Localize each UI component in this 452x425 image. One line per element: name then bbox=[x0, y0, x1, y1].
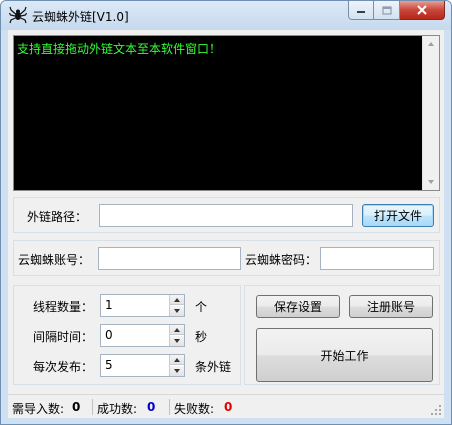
arrow-up-icon bbox=[174, 358, 180, 362]
interval-spin-buttons bbox=[169, 325, 184, 346]
threads-value: 1 bbox=[105, 298, 113, 312]
threads-down-button[interactable] bbox=[170, 306, 184, 316]
minimize-icon bbox=[357, 11, 365, 13]
register-account-button[interactable]: 注册账号 bbox=[349, 295, 433, 318]
interval-down-button[interactable] bbox=[170, 336, 184, 346]
arrow-up-icon bbox=[174, 298, 180, 302]
threads-unit: 个 bbox=[195, 300, 208, 314]
open-file-button[interactable]: 打开文件 bbox=[362, 204, 434, 227]
log-text: 支持直接拖动外链文本至本软件窗口！ bbox=[17, 42, 222, 56]
interval-stepper[interactable]: 0 bbox=[100, 324, 185, 347]
link-path-input[interactable] bbox=[99, 204, 353, 227]
minimize-button[interactable] bbox=[348, 1, 374, 20]
arrow-down-icon bbox=[174, 369, 180, 373]
window-title: 云蜘蛛外链[V1.0] bbox=[32, 10, 129, 24]
close-button[interactable] bbox=[400, 1, 445, 20]
settings-group: 线程数量： 1 个 间隔时间： 0 秒 每次发布： 5 条外链 bbox=[13, 285, 241, 385]
scroll-down-icon[interactable] bbox=[428, 180, 434, 184]
failed-label: 失败数: bbox=[174, 402, 215, 416]
status-bar: 需导入数: 0 成功数: 0 失败数: 0 bbox=[8, 394, 444, 418]
start-work-button[interactable]: 开始工作 bbox=[256, 328, 433, 382]
status-divider bbox=[169, 399, 170, 415]
spider-icon bbox=[9, 6, 27, 24]
threads-spin-buttons bbox=[169, 295, 184, 316]
to-import-count: 0 bbox=[72, 400, 81, 414]
account-user-input[interactable] bbox=[98, 247, 241, 270]
threads-up-button[interactable] bbox=[170, 295, 184, 305]
close-icon bbox=[417, 5, 427, 15]
title-bar[interactable]: 云蜘蛛外链[V1.0] bbox=[1, 1, 451, 30]
link-path-group: 外链路径： 打开文件 bbox=[13, 197, 440, 233]
arrow-down-icon bbox=[174, 339, 180, 343]
threads-stepper[interactable]: 1 bbox=[100, 294, 185, 317]
threads-label: 线程数量： bbox=[33, 300, 94, 314]
success-count: 0 bbox=[147, 400, 156, 414]
app-window: 云蜘蛛外链[V1.0] 支持直接拖动外链文本至本软件窗口！ 外链路径： 打开文件 bbox=[0, 0, 452, 425]
interval-label: 间隔时间： bbox=[33, 330, 94, 344]
to-import-label: 需导入数: bbox=[12, 402, 65, 416]
interval-up-button[interactable] bbox=[170, 325, 184, 335]
per-post-value: 5 bbox=[105, 358, 113, 372]
per-post-stepper[interactable]: 5 bbox=[100, 354, 185, 377]
account-password-input[interactable] bbox=[320, 247, 434, 270]
actions-group: 保存设置 注册账号 开始工作 bbox=[244, 285, 440, 385]
link-path-label: 外链路径： bbox=[27, 210, 88, 224]
per-post-down-button[interactable] bbox=[170, 366, 184, 376]
account-group: 云蜘蛛账号： 云蜘蛛密码： bbox=[13, 240, 440, 276]
per-post-spin-buttons bbox=[169, 355, 184, 376]
interval-value: 0 bbox=[105, 328, 113, 342]
arrow-down-icon bbox=[174, 309, 180, 313]
caption-buttons bbox=[348, 1, 445, 21]
save-settings-button[interactable]: 保存设置 bbox=[256, 295, 340, 318]
maximize-button[interactable] bbox=[374, 1, 400, 20]
failed-count: 0 bbox=[224, 400, 233, 414]
account-user-label: 云蜘蛛账号： bbox=[18, 253, 91, 267]
maximize-icon bbox=[381, 5, 392, 15]
per-post-label: 每次发布： bbox=[33, 360, 94, 374]
resize-grip-icon[interactable] bbox=[430, 404, 442, 416]
success-label: 成功数: bbox=[97, 402, 138, 416]
client-area: 支持直接拖动外链文本至本软件窗口！ 外链路径： 打开文件 云蜘蛛账号： 云蜘蛛密… bbox=[8, 30, 444, 418]
scroll-up-icon[interactable] bbox=[428, 42, 434, 46]
interval-unit: 秒 bbox=[195, 330, 208, 344]
per-post-unit: 条外链 bbox=[195, 360, 232, 374]
per-post-up-button[interactable] bbox=[170, 355, 184, 365]
status-divider bbox=[92, 399, 93, 415]
log-output[interactable]: 支持直接拖动外链文本至本软件窗口！ bbox=[13, 35, 440, 191]
log-scrollbar[interactable] bbox=[422, 36, 439, 190]
arrow-up-icon bbox=[174, 328, 180, 332]
account-password-label: 云蜘蛛密码： bbox=[245, 253, 318, 267]
